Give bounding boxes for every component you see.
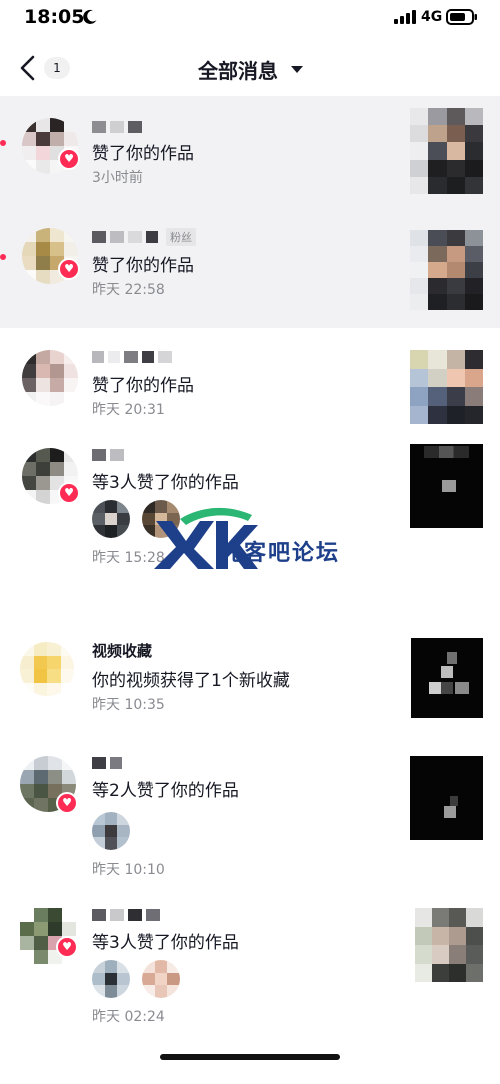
notification-item[interactable]: 视频收藏 你的视频获得了1个新收藏 昨天 10:35 — [0, 614, 500, 730]
user-name[interactable] — [92, 446, 124, 464]
battery-icon — [446, 9, 477, 25]
video-thumbnail[interactable] — [410, 444, 483, 528]
user-name[interactable] — [92, 348, 172, 366]
video-thumbnail[interactable] — [410, 756, 483, 840]
notification-message: 你的视频获得了1个新收藏 — [92, 671, 290, 691]
page-title[interactable]: 全部消息 — [0, 55, 500, 84]
video-thumbnail[interactable] — [410, 230, 483, 310]
notification-item[interactable]: ♥ 等2人赞了你的作品 昨天 10:10 — [0, 730, 500, 896]
notification-item[interactable]: 赞了你的作品 昨天 20:31 — [0, 328, 500, 444]
notification-message: 赞了你的作品 — [92, 144, 194, 164]
caret-down-icon[interactable] — [291, 66, 303, 73]
notification-time: 3小时前 — [92, 170, 143, 186]
heart-icon: ♥ — [58, 482, 80, 504]
network-label: 4G — [421, 9, 443, 25]
notification-item[interactable]: ♥ 等3人赞了你的作品 昨天 02:24 — [0, 896, 500, 1062]
notification-message: 等3人赞了你的作品 — [92, 473, 239, 493]
notification-message: 赞了你的作品 — [92, 256, 194, 276]
unread-dot — [0, 254, 6, 260]
fan-tag: 粉丝 — [166, 228, 196, 246]
notification-time: 昨天 02:24 — [92, 1009, 165, 1025]
heart-icon: ♥ — [58, 148, 80, 170]
notification-time: 昨天 10:10 — [92, 862, 165, 878]
notification-list: ♥ 赞了你的作品 3小时前 ♥ 粉丝 赞了你的作品 昨天 22:58 赞了你的作… — [0, 96, 500, 1062]
liker-avatar[interactable] — [92, 500, 130, 538]
user-name[interactable] — [92, 118, 142, 136]
heart-icon: ♥ — [58, 258, 80, 280]
signal-icon — [394, 10, 416, 24]
notification-time: 昨天 10:35 — [92, 697, 165, 713]
notification-message: 赞了你的作品 — [92, 376, 194, 396]
moon-icon — [83, 9, 97, 24]
status-time: 18:05 — [24, 6, 85, 28]
avatar[interactable] — [20, 642, 74, 696]
notification-time: 昨天 22:58 — [92, 282, 165, 298]
home-indicator[interactable] — [160, 1054, 340, 1060]
nav-bar: 1 全部消息 — [0, 40, 500, 96]
avatar[interactable] — [22, 350, 78, 406]
user-name[interactable] — [92, 906, 160, 924]
video-thumbnail[interactable] — [415, 908, 483, 982]
user-name[interactable] — [92, 754, 122, 772]
liker-avatar[interactable] — [142, 960, 180, 998]
notification-item[interactable]: ♥ 粉丝 赞了你的作品 昨天 22:58 — [0, 212, 500, 328]
liker-avatar[interactable] — [92, 960, 130, 998]
unread-dot — [0, 140, 6, 146]
video-thumbnail[interactable] — [403, 638, 483, 718]
notification-item[interactable]: ♥ 赞了你的作品 3小时前 — [0, 96, 500, 212]
heart-icon: ♥ — [56, 936, 78, 958]
liker-avatar[interactable] — [92, 812, 130, 850]
watermark-text: 先客吧论坛 — [220, 540, 341, 566]
notification-message: 等3人赞了你的作品 — [92, 933, 239, 953]
video-thumbnail[interactable] — [410, 108, 483, 194]
status-bar: 18:05 4G — [0, 0, 500, 38]
heart-icon: ♥ — [56, 792, 78, 814]
user-name[interactable]: 粉丝 — [92, 228, 196, 246]
notification-time: 昨天 20:31 — [92, 402, 165, 418]
notification-message: 等2人赞了你的作品 — [92, 781, 239, 801]
user-name[interactable]: 视频收藏 — [92, 640, 152, 661]
video-thumbnail[interactable] — [410, 350, 483, 424]
